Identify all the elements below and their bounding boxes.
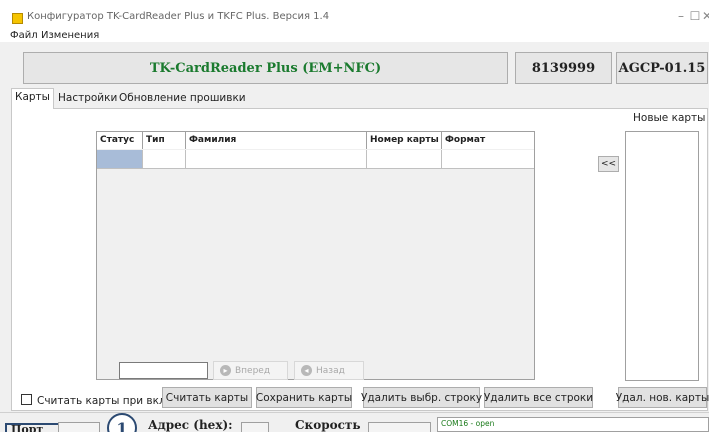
serial-number: 8139999 xyxy=(531,60,596,76)
col-header-format[interactable]: Формат xyxy=(442,132,534,149)
table-cell[interactable] xyxy=(442,150,534,169)
address-label: Адрес (hex): xyxy=(148,418,233,432)
new-cards-label: Новые карты xyxy=(633,112,706,124)
tab-settings[interactable]: Настройки xyxy=(55,90,120,108)
table-cell[interactable] xyxy=(186,150,367,169)
page-input[interactable] xyxy=(119,362,208,379)
back-arrow-icon: ◂ xyxy=(301,365,312,376)
device-name-box: TK-CardReader Plus (EM+NFC) xyxy=(23,52,508,84)
device-name: TK-CardReader Plus (EM+NFC) xyxy=(149,60,382,76)
app-icon xyxy=(12,13,23,24)
col-header-surname[interactable]: Фамилия xyxy=(186,132,367,149)
delete-selected-row-button[interactable]: Удалить выбр. строку xyxy=(361,387,482,408)
col-header-status[interactable]: Статус xyxy=(97,132,143,149)
tab-cards[interactable]: Карты xyxy=(11,88,54,109)
menu-edit[interactable]: Изменения xyxy=(41,30,99,41)
read-on-start-label: Считать карты при вкл. xyxy=(37,395,170,407)
port-select[interactable] xyxy=(58,422,100,432)
tab-firmware-update[interactable]: Обновление прошивки xyxy=(116,90,249,108)
col-header-type[interactable]: Тип xyxy=(143,132,186,149)
back-label: Назад xyxy=(316,365,345,376)
save-cards-button[interactable]: Сохранить карты xyxy=(256,387,352,408)
window-title: Конфигуратор TK-CardReader Plus и TKFC P… xyxy=(27,11,330,22)
col-header-card-number[interactable]: Номер карты xyxy=(367,132,442,149)
speed-label: Скорость xyxy=(295,418,361,432)
address-input[interactable] xyxy=(241,422,269,432)
new-cards-list[interactable] xyxy=(625,131,699,381)
menu-bar xyxy=(0,24,709,42)
back-button[interactable]: ◂ Назад xyxy=(294,361,364,380)
forward-label: Вперед xyxy=(235,365,271,376)
move-to-table-button[interactable]: << xyxy=(598,156,619,172)
read-cards-button[interactable]: Считать карты xyxy=(162,387,252,408)
firmware-box: AGCP-01.15 xyxy=(616,52,708,84)
forward-button[interactable]: ▸ Вперед xyxy=(213,361,288,380)
table-cell[interactable] xyxy=(143,150,186,169)
close-icon[interactable]: ✕ xyxy=(697,10,709,22)
delete-all-rows-button[interactable]: Удалить все строки xyxy=(484,387,593,408)
firmware-version: AGCP-01.15 xyxy=(618,60,706,76)
table-cell-selected[interactable] xyxy=(97,150,143,169)
forward-arrow-icon: ▸ xyxy=(220,365,231,376)
table-cell[interactable] xyxy=(367,150,442,169)
port-label: Порт xyxy=(11,423,44,432)
com-log: COM16 - open xyxy=(437,417,709,432)
serial-box: 8139999 xyxy=(515,52,612,84)
speed-select[interactable] xyxy=(368,422,431,432)
delete-new-cards-button[interactable]: Удал. нов. карты xyxy=(616,387,709,408)
read-on-start-checkbox[interactable] xyxy=(21,394,32,405)
menu-file[interactable]: Файл xyxy=(10,30,38,41)
